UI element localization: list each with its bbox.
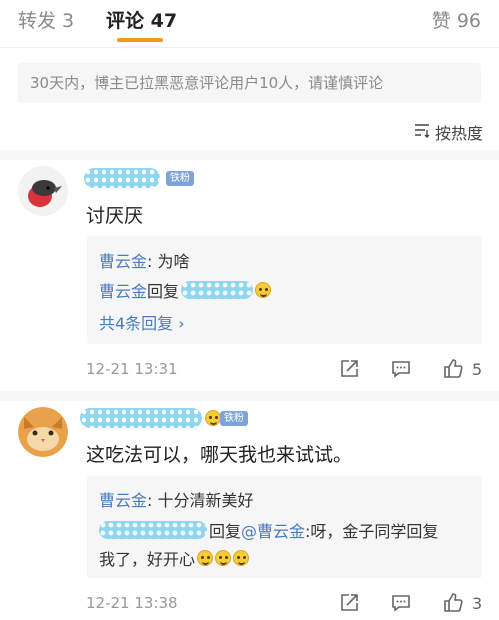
- block-notice: 30天内，博主已拉黑恶意评论用户10人，请谨慎评论: [18, 63, 481, 103]
- section-divider: [0, 150, 499, 160]
- smile-emoji-icon: [255, 282, 272, 298]
- comment-icon[interactable]: [390, 358, 412, 384]
- more-replies-link[interactable]: 共4条回复 ›: [99, 310, 185, 334]
- username-blurred[interactable]: [80, 408, 202, 428]
- avatar[interactable]: [18, 166, 68, 216]
- reply-prefix: 回复: [209, 522, 242, 541]
- like-icon[interactable]: [442, 591, 464, 617]
- tab-comments[interactable]: 评论 47: [106, 6, 177, 33]
- fan-badge: 铁粉: [220, 411, 248, 426]
- reply-continuation: 我了，好开心: [99, 546, 250, 570]
- reply-username[interactable]: 曹云金: [99, 248, 147, 272]
- comment-text: 这吃法可以，哪天我也来试试。: [86, 444, 353, 466]
- reply-username[interactable]: 曹云金: [99, 487, 147, 511]
- tabs-divider: [0, 47, 499, 48]
- like-icon[interactable]: [442, 357, 464, 383]
- emoji-icon: [197, 550, 214, 566]
- sort-label: 按热度: [434, 124, 483, 143]
- username-blurred[interactable]: [181, 281, 254, 299]
- tab-reposts[interactable]: 转发 3: [18, 6, 74, 33]
- fan-badge: 铁粉: [166, 171, 194, 186]
- sort-icon: [413, 121, 431, 143]
- reply-item[interactable]: 曹云金 : 为啥: [99, 248, 190, 272]
- reply-item[interactable]: 回复 @曹云金 :呀，金子同学回复: [99, 518, 438, 542]
- like-count: 3: [472, 594, 483, 613]
- active-tab-indicator: [117, 38, 163, 42]
- reply-text: :呀，金子同学回复: [305, 522, 439, 541]
- emoji-icon: [205, 410, 221, 426]
- avatar[interactable]: [18, 407, 68, 457]
- sort-toggle[interactable]: 按热度: [413, 120, 483, 144]
- reply-text: : 十分清新美好: [147, 491, 254, 510]
- reply-username[interactable]: 曹云金: [99, 278, 147, 302]
- comment-text: 讨厌厌: [86, 205, 144, 227]
- share-icon[interactable]: [338, 592, 360, 618]
- comment-timestamp: 12-21 13:31: [86, 360, 178, 378]
- share-icon[interactable]: [338, 358, 360, 384]
- reply-box[interactable]: 曹云金 : 十分清新美好 回复 @曹云金 :呀，金子同学回复 我了，好开心: [87, 476, 482, 578]
- reply-text: 我了，好开心: [99, 550, 196, 569]
- username-blurred[interactable]: [99, 521, 207, 539]
- reply-text: : 为啥: [147, 252, 190, 271]
- username-blurred[interactable]: [84, 168, 160, 188]
- reply-item[interactable]: 曹云金 回复: [99, 278, 272, 302]
- emoji-icon: [215, 550, 232, 566]
- section-divider: [0, 391, 499, 401]
- mention-link[interactable]: @曹云金: [241, 518, 305, 542]
- comment-icon[interactable]: [390, 592, 412, 618]
- tab-likes[interactable]: 赞 96: [432, 6, 481, 33]
- emoji-icon: [233, 550, 250, 566]
- reply-text: 回复: [147, 282, 180, 301]
- reply-box[interactable]: 曹云金 : 为啥 曹云金 回复 共4条回复 ›: [87, 236, 482, 344]
- comment-timestamp: 12-21 13:38: [86, 594, 178, 612]
- reply-item[interactable]: 曹云金 : 十分清新美好: [99, 487, 254, 511]
- like-count: 5: [472, 360, 483, 379]
